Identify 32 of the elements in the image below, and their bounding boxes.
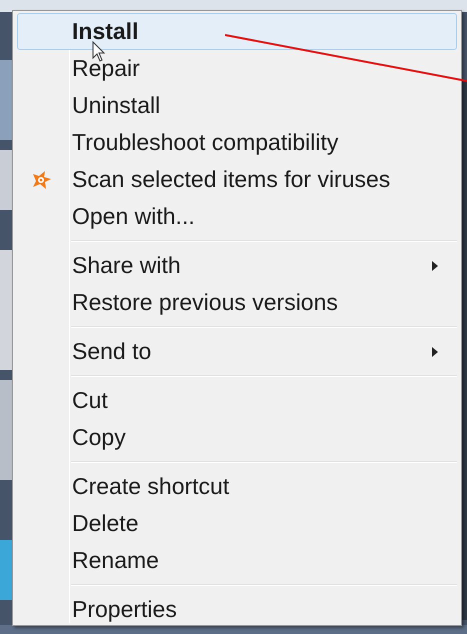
menu-item[interactable]: Send to xyxy=(17,333,457,370)
submenu-arrow-icon xyxy=(432,260,438,270)
menu-item-label: Uninstall xyxy=(72,94,160,117)
menu-item-label: Cut xyxy=(72,389,108,412)
menu-item[interactable]: Copy xyxy=(17,419,457,456)
menu-item-label: Share with xyxy=(72,254,181,277)
menu-item-label: Repair xyxy=(72,57,140,80)
menu-item-label: Troubleshoot compatibility xyxy=(72,131,338,154)
menu-item[interactable]: Share with xyxy=(17,247,457,284)
menu-item[interactable]: Restore previous versions xyxy=(17,284,457,321)
menu-item-label: Send to xyxy=(72,340,152,363)
menu-item-label: Create shortcut xyxy=(72,475,230,498)
submenu-arrow-icon xyxy=(432,346,438,356)
menu-item-label: Install xyxy=(72,20,138,43)
menu-item-label: Properties xyxy=(72,598,177,621)
menu-item-label: Copy xyxy=(72,426,126,449)
menu-item-label: Open with... xyxy=(72,205,195,228)
menu-item[interactable]: Install xyxy=(17,13,457,50)
menu-item[interactable]: Properties xyxy=(17,591,457,628)
menu-item-label: Scan selected items for viruses xyxy=(72,168,390,191)
menu-item-label: Delete xyxy=(72,512,138,535)
menu-item[interactable]: Troubleshoot compatibility xyxy=(17,124,457,161)
menu-item[interactable]: Cut xyxy=(17,382,457,419)
menu-item-label: Rename xyxy=(72,549,159,572)
menu-item[interactable]: Delete xyxy=(17,505,457,542)
menu-item[interactable]: Rename xyxy=(17,542,457,579)
menu-item[interactable]: Scan selected items for viruses xyxy=(17,161,457,198)
menu-item[interactable]: Repair xyxy=(17,50,457,87)
menu-item-label: Restore previous versions xyxy=(72,291,338,314)
menu-item[interactable]: Create shortcut xyxy=(17,468,457,505)
menu-item[interactable]: Open with... xyxy=(17,198,457,235)
menu-item[interactable]: Uninstall xyxy=(17,87,457,124)
